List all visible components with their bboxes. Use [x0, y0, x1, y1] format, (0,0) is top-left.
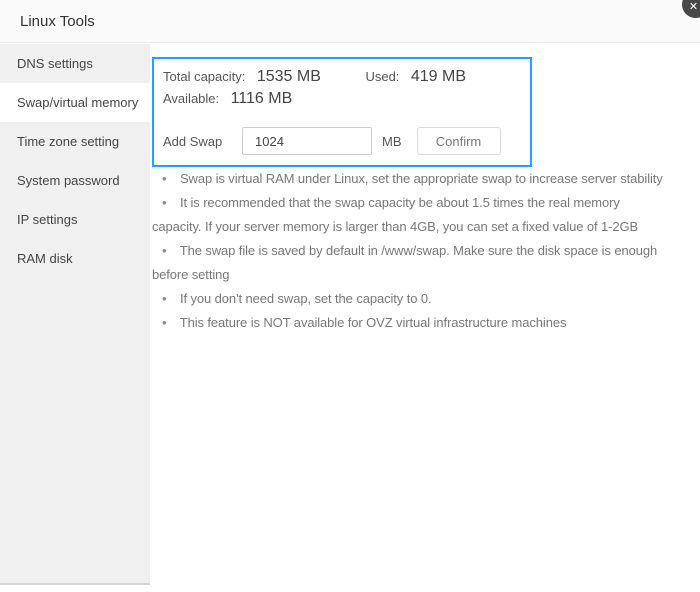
note-item: It is recommended that the swap capacity… — [152, 191, 697, 239]
dialog-header: Linux Tools — [0, 0, 700, 43]
stats-row-2: Available: 1116 MB — [163, 88, 521, 110]
sidebar: DNS settings Swap/virtual memory Time zo… — [0, 44, 150, 585]
note-item: The swap file is saved by default in /ww… — [152, 239, 697, 287]
main-panel: Total capacity: 1535 MB Used: 419 MB Ava… — [150, 44, 700, 592]
available-label: Available: — [163, 91, 220, 106]
sidebar-item-time-zone-setting[interactable]: Time zone setting — [0, 122, 150, 161]
close-icon: ✕ — [688, 1, 699, 13]
sidebar-item-dns-settings[interactable]: DNS settings — [0, 44, 150, 83]
sidebar-item-ip-settings[interactable]: IP settings — [0, 200, 150, 239]
linux-tools-dialog: Linux Tools ✕ DNS settings Swap/virtual … — [0, 0, 700, 592]
dialog-title: Linux Tools — [20, 13, 95, 30]
note-item: Swap is virtual RAM under Linux, set the… — [152, 167, 697, 191]
stats-row-1: Total capacity: 1535 MB Used: 419 MB — [163, 66, 521, 88]
sidebar-item-system-password[interactable]: System password — [0, 161, 150, 200]
used-stat: Used: 419 MB — [365, 66, 466, 88]
note-item: This feature is NOT available for OVZ vi… — [152, 311, 697, 335]
add-swap-label: Add Swap — [163, 133, 223, 149]
sidebar-item-ram-disk[interactable]: RAM disk — [0, 239, 150, 278]
swap-size-input[interactable] — [242, 127, 372, 155]
total-capacity-stat: Total capacity: 1535 MB — [163, 66, 361, 88]
confirm-button[interactable]: Confirm — [416, 127, 501, 155]
sidebar-item-swap-virtual-memory[interactable]: Swap/virtual memory — [0, 83, 150, 122]
available-stat: Available: 1116 MB — [163, 88, 292, 110]
add-swap-row: Add Swap MB Confirm — [163, 127, 521, 155]
total-capacity-value: 1535 MB — [256, 68, 321, 85]
swap-info-box: Total capacity: 1535 MB Used: 419 MB Ava… — [152, 57, 532, 167]
available-value: 1116 MB — [230, 90, 293, 107]
used-value: 419 MB — [410, 68, 467, 85]
used-label: Used: — [365, 69, 400, 84]
total-capacity-label: Total capacity: — [163, 69, 246, 84]
note-item: If you don't need swap, set the capacity… — [152, 287, 697, 311]
notes-list: Swap is virtual RAM under Linux, set the… — [152, 167, 697, 335]
mb-unit-label: MB — [382, 133, 402, 149]
